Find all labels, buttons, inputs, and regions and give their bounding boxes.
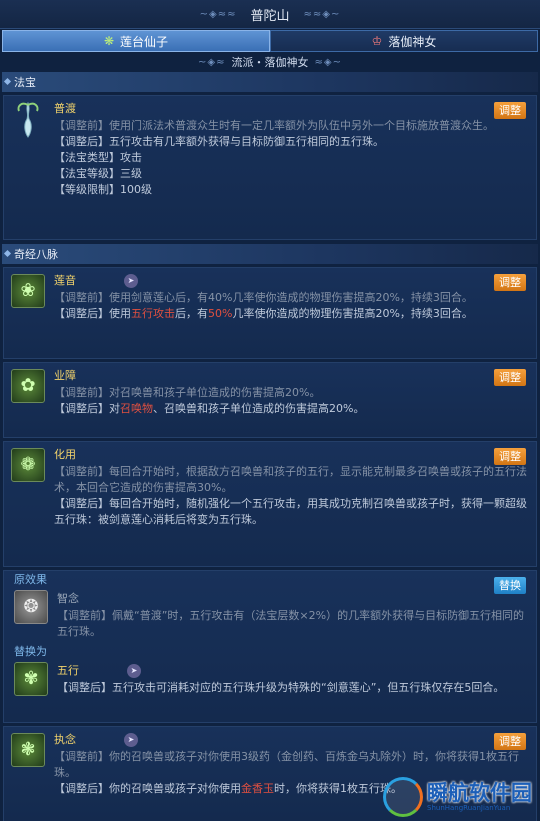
tab-liantai[interactable]: ❋ 莲台仙子 [2, 30, 270, 52]
obsession-icon: ❃ [11, 733, 45, 767]
skill-card: ❁ 化用 调整 【调整前】每回合开始时，根据敌方召唤兽和孩子的五行，显示能克制最… [3, 441, 537, 567]
original-name: 智念 [57, 592, 79, 605]
skill-name-row: 莲音 ➤ [54, 272, 530, 290]
transform-icon: ❁ [11, 448, 45, 482]
section-meridian-header: 奇经八脉 [2, 244, 538, 264]
watermark-subtext: ShunHangRuanJianYuan [427, 804, 511, 812]
watermark: 瞬航软件园 ShunHangRuanJianYuan [383, 777, 532, 817]
ornament-left: ~◈≈ [198, 56, 226, 68]
adjust-button[interactable]: 调整 [494, 448, 526, 465]
page-title: 普陀山 [250, 8, 290, 24]
skill-before: 【调整前】每回合开始时，根据敌方召唤兽和孩子的五行，显示能克制最多召唤兽或孩子的… [54, 465, 527, 494]
skill-before: 【调整前】使用剑意莲心后，有40%几率使你造成的物理伤害提高20%，持续3回合。 [54, 291, 473, 304]
vase-icon [11, 101, 45, 138]
highlight-text: 金香玉 [241, 782, 274, 795]
adjust-button[interactable]: 调整 [494, 369, 526, 386]
faction-text: 流派・落伽神女 [231, 56, 309, 69]
skill-name: 执念 [54, 733, 76, 746]
after-text: 【调整后】对 [54, 402, 120, 415]
watermark-text-block: 瞬航软件园 ShunHangRuanJianYuan [427, 782, 532, 812]
highlight-text: 五行攻击 [131, 307, 175, 320]
adjust-button[interactable]: 调整 [494, 274, 526, 291]
navigate-icon[interactable]: ➤ [124, 274, 138, 288]
skill-name-row: 化用 [54, 446, 530, 464]
fabao-before: 【调整前】使用门派法术普渡众生时有一定几率额外为队伍中另外一个目标施放普渡众生。 [54, 119, 494, 132]
highlight-text: 50% [208, 307, 233, 320]
watermark-logo-icon [383, 777, 423, 817]
swap-card: 原效果 替换 ❂ 智念 【调整前】佩戴“普渡”时，五行攻击有（法宝层数×2%）的… [3, 570, 537, 723]
five-elements-icon: ✾ [14, 662, 48, 696]
skill-before: 【调整前】对召唤兽和孩子单位造成的伤害提高20%。 [54, 386, 321, 399]
faction-label: ~◈≈ 流派・落伽神女 ≈◈~ [0, 52, 540, 72]
skill-name-row: 执念 ➤ [54, 731, 530, 749]
replace-text: 【调整后】五行攻击可消耗对应的五行珠升级为特殊的“剑意莲心”，但五行珠仅存在5回… [57, 681, 505, 694]
skill-name: 莲音 [54, 274, 76, 287]
after-text: 、召唤兽和孩子单位造成的伤害提高20%。 [153, 402, 365, 415]
original-effect: ❂ 智念 【调整前】佩戴“普渡”时，五行攻击有（法宝层数×2%）的几率额外获得与… [7, 588, 533, 643]
navigate-icon[interactable]: ➤ [124, 733, 138, 747]
skill-name-row: 业障 [54, 367, 530, 385]
lotus-icon: ❋ [103, 34, 115, 48]
ornament-right: ≈◈~ [314, 56, 342, 68]
skill-name: 业障 [54, 369, 76, 382]
fabao-limit: 【等级限制】100级 [54, 183, 152, 196]
navigate-icon[interactable]: ➤ [127, 664, 141, 678]
skill-after: 【调整后】对召唤物、召唤兽和孩子单位造成的伤害提高20%。 [54, 401, 530, 417]
skill-name: 化用 [54, 448, 76, 461]
lotus-sound-icon: ❀ [11, 274, 45, 308]
wisdom-icon: ❂ [14, 590, 48, 624]
skill-card: ❀ 莲音 ➤ 调整 【调整前】使用剑意莲心后，有40%几率使你造成的物理伤害提高2… [3, 267, 537, 359]
skill-name-row: 五行 ➤ [57, 662, 527, 680]
fabao-after: 【调整后】五行攻击有几率额外获得与目标防御五行相同的五行珠。 [54, 135, 384, 148]
title-bar: ~◈≈≈ 普陀山 ≈≈◈~ [0, 0, 540, 29]
skill-after: 【调整后】每回合开始时，随机强化一个五行攻击，用其成功克制召唤兽或孩子时，获得一… [54, 497, 527, 526]
goddess-icon: ♔ [371, 34, 383, 48]
adjust-button[interactable]: 调整 [494, 733, 526, 750]
skill-card: ✿ 业障 调整 【调整前】对召唤兽和孩子单位造成的伤害提高20%。 【调整后】对… [3, 362, 537, 438]
tab-label: 落伽神女 [388, 34, 437, 49]
replace-effect: ✾ 五行 ➤ 【调整后】五行攻击可消耗对应的五行珠升级为特殊的“剑意莲心”，但五行… [7, 660, 533, 699]
tab-bar: ❋ 莲台仙子 ♔ 落伽神女 [2, 30, 538, 52]
highlight-text: 召唤物 [120, 402, 153, 415]
after-text: 【调整后】你的召唤兽或孩子对你使用 [54, 782, 241, 795]
skill-name: 五行 [57, 664, 79, 677]
fabao-name: 普渡 [54, 102, 76, 115]
karma-icon: ✿ [11, 369, 45, 403]
ornament-left: ~◈≈≈ [199, 8, 237, 20]
after-text: 后，有 [175, 307, 208, 320]
skill-after: 【调整后】使用五行攻击后，有50%几率使你造成的物理伤害提高20%，持续3回合。 [54, 306, 530, 322]
after-text: 【调整后】使用 [54, 307, 131, 320]
adjust-button[interactable]: 调整 [494, 102, 526, 119]
ornament-right: ≈≈◈~ [303, 8, 341, 20]
watermark-text: 瞬航软件园 [427, 781, 532, 805]
fabao-card: 普渡 调整 【调整前】使用门派法术普渡众生时有一定几率额外为队伍中另外一个目标施… [3, 95, 537, 240]
original-label: 原效果 [14, 572, 47, 586]
tab-luojia[interactable]: ♔ 落伽神女 [270, 30, 538, 52]
fabao-type: 【法宝类型】攻击 [54, 151, 142, 164]
fabao-level: 【法宝等级】三级 [54, 167, 142, 180]
original-text: 【调整前】佩戴“普渡”时，五行攻击有（法宝层数×2%）的几率额外获得与目标防御五… [57, 609, 525, 638]
replace-label: 替换为 [14, 644, 47, 658]
tab-label: 莲台仙子 [120, 34, 169, 49]
after-text: 几率使你造成的物理伤害提高20%，持续3回合。 [232, 307, 473, 320]
section-fabao-header: 法宝 [2, 72, 538, 92]
